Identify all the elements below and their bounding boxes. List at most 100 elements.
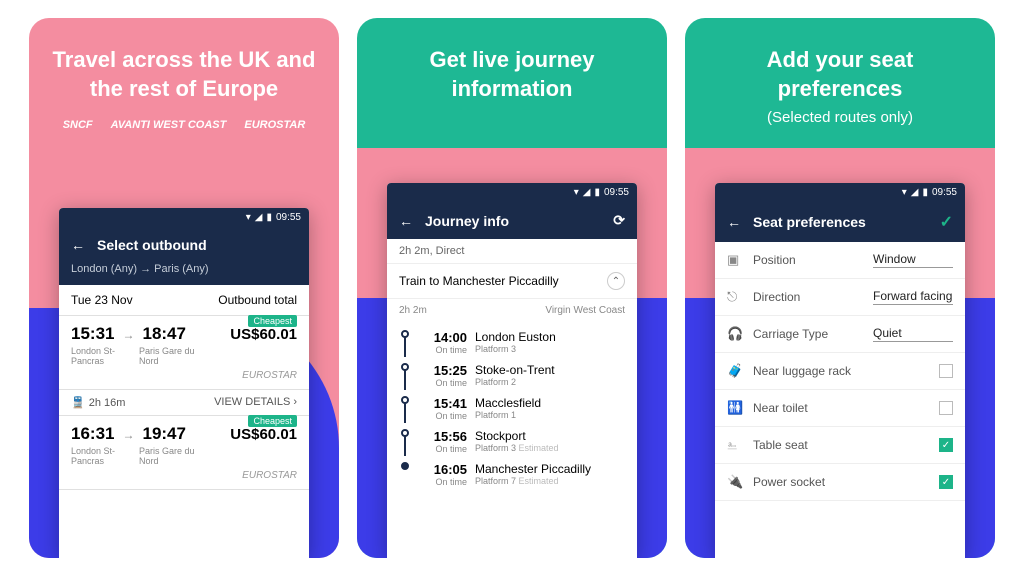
wifi-icon: ▾ bbox=[574, 187, 579, 198]
checkbox[interactable] bbox=[939, 364, 953, 378]
topbar: ← Journey info ⟳ bbox=[387, 202, 637, 239]
stop-dot-icon bbox=[401, 330, 409, 338]
arr-time: 19:47 bbox=[142, 424, 185, 444]
wifi-icon: ▾ bbox=[246, 212, 251, 223]
segment-operator: Virgin West Coast bbox=[545, 305, 625, 316]
stop-platform: Platform 3 Estimated bbox=[475, 443, 559, 453]
pref-value[interactable]: Forward facing bbox=[873, 289, 953, 305]
topbar: ← Select outbound bbox=[59, 227, 309, 263]
view-details-link[interactable]: VIEW DETAILS › bbox=[214, 396, 297, 409]
segment-header[interactable]: Train to Manchester Piccadilly ⌃ bbox=[387, 264, 637, 299]
pref-label: Position bbox=[753, 253, 863, 267]
segment-duration: 2h 2m bbox=[399, 305, 427, 316]
phone-mock: ▾ ◢ ▮ 09:55 ← Seat preferences ✓ ▣ Posit… bbox=[715, 183, 965, 558]
detail-bar[interactable]: 🚆 2h 16m VIEW DETAILS › bbox=[59, 390, 309, 416]
pref-value[interactable]: Quiet bbox=[873, 326, 953, 342]
to-station: Paris Gare du Nord bbox=[139, 446, 199, 466]
checkbox[interactable]: ✓ bbox=[939, 438, 953, 452]
operator: EUROSTAR bbox=[71, 470, 297, 481]
checkbox[interactable]: ✓ bbox=[939, 475, 953, 489]
stops-list: 14:00 On time London Euston Platform 3 1… bbox=[387, 322, 637, 499]
stop-row: 15:41 On time Macclesfield Platform 1 bbox=[399, 392, 625, 425]
pref-check-row[interactable]: 🔌 Power socket ✓ bbox=[715, 464, 965, 501]
topbar-title: Journey info bbox=[425, 213, 509, 229]
arrow-icon: → bbox=[122, 328, 134, 342]
phone-mock: ▾ ◢ ▮ 09:55 ← Select outbound London (An… bbox=[59, 208, 309, 558]
topbar-title: Seat preferences bbox=[753, 214, 866, 230]
stop-platform: Platform 7 Estimated bbox=[475, 476, 591, 486]
arr-time: 18:47 bbox=[142, 324, 185, 344]
logo-eurostar: EUROSTAR bbox=[244, 119, 305, 131]
stop-name: Stoke-on-Trent bbox=[475, 363, 555, 377]
train-icon: 🚆 bbox=[71, 396, 85, 409]
pref-label: Power socket bbox=[753, 475, 929, 489]
checkbox[interactable] bbox=[939, 401, 953, 415]
chevron-up-icon[interactable]: ⌃ bbox=[607, 272, 625, 290]
statusbar: ▾ ◢ ▮ 09:55 bbox=[387, 183, 637, 202]
clock: 09:55 bbox=[276, 212, 301, 223]
refresh-icon[interactable]: ⟳ bbox=[613, 212, 625, 229]
dep-time: 15:31 bbox=[71, 324, 114, 344]
pref-check-row[interactable]: ⎁ Table seat ✓ bbox=[715, 427, 965, 464]
result-row[interactable]: Cheapest 15:31 → 18:47 US$60.01 London S… bbox=[59, 316, 309, 390]
pref-select-row[interactable]: 🎧 Carriage Type Quiet bbox=[715, 316, 965, 353]
stop-time: 15:25 bbox=[419, 363, 467, 378]
result-row[interactable]: Cheapest 16:31 → 19:47 US$60.01 London S… bbox=[59, 416, 309, 490]
arrow-icon: → bbox=[122, 428, 134, 442]
back-icon[interactable]: ← bbox=[71, 237, 85, 253]
wifi-icon: ▾ bbox=[902, 187, 907, 198]
partner-logos: SNCF AVANTI WEST COAST EUROSTAR bbox=[29, 113, 339, 145]
pref-check-row[interactable]: 🧳 Near luggage rack bbox=[715, 353, 965, 390]
stop-name: Manchester Piccadilly bbox=[475, 462, 591, 476]
confirm-icon[interactable]: ✓ bbox=[940, 212, 953, 232]
pref-check-row[interactable]: 🚻 Near toilet bbox=[715, 390, 965, 427]
pref-label: Table seat bbox=[753, 438, 929, 452]
dep-time: 16:31 bbox=[71, 424, 114, 444]
price: US$60.01 bbox=[230, 426, 297, 443]
clock: 09:55 bbox=[932, 187, 957, 198]
logo-sncf: SNCF bbox=[63, 119, 93, 131]
stop-row: 14:00 On time London Euston Platform 3 bbox=[399, 326, 625, 359]
back-icon[interactable]: ← bbox=[727, 214, 741, 230]
pref-icon: 🎧 bbox=[727, 326, 743, 342]
date-bar: Tue 23 Nov Outbound total bbox=[59, 285, 309, 316]
stop-dot-icon bbox=[401, 462, 409, 470]
logo-avanti: AVANTI WEST COAST bbox=[111, 119, 227, 131]
stop-platform: Platform 2 bbox=[475, 377, 555, 387]
battery-icon: ▮ bbox=[266, 212, 272, 223]
stop-row: 15:25 On time Stoke-on-Trent Platform 2 bbox=[399, 359, 625, 392]
price: US$60.01 bbox=[230, 326, 297, 343]
signal-icon: ◢ bbox=[255, 212, 263, 223]
stop-name: London Euston bbox=[475, 330, 556, 344]
promo-slide-outbound: Travel across the UK and the rest of Eur… bbox=[29, 18, 339, 558]
stop-time: 16:05 bbox=[419, 462, 467, 477]
cheapest-badge: Cheapest bbox=[248, 415, 297, 427]
to-station: Paris Gare du Nord bbox=[139, 346, 199, 366]
pref-select-row[interactable]: ⎋ Direction Forward facing bbox=[715, 279, 965, 316]
stop-dot-icon bbox=[401, 363, 409, 371]
pref-label: Near luggage rack bbox=[753, 364, 929, 378]
statusbar: ▾ ◢ ▮ 09:55 bbox=[59, 208, 309, 227]
pref-value[interactable]: Window bbox=[873, 252, 953, 268]
signal-icon: ◢ bbox=[911, 187, 919, 198]
pref-icon: 🚻 bbox=[727, 400, 743, 416]
back-icon[interactable]: ← bbox=[399, 213, 413, 229]
clock: 09:55 bbox=[604, 187, 629, 198]
headline: Travel across the UK and the rest of Eur… bbox=[29, 18, 339, 113]
pref-icon: ⎋ bbox=[727, 289, 743, 305]
operator: EUROSTAR bbox=[71, 370, 297, 381]
stop-dot-icon bbox=[401, 429, 409, 437]
stop-status: On time bbox=[419, 411, 467, 421]
from-station: London St-Pancras bbox=[71, 346, 131, 366]
phone-mock: ▾ ◢ ▮ 09:55 ← Journey info ⟳ 2h 2m, Dire… bbox=[387, 183, 637, 558]
pref-icon: 🧳 bbox=[727, 363, 743, 379]
pref-icon: ⎁ bbox=[727, 437, 743, 453]
headline: Add your seat preferences bbox=[685, 18, 995, 113]
route-summary: London (Any) → Paris (Any) bbox=[59, 263, 309, 285]
duration: 2h 16m bbox=[89, 397, 126, 409]
stop-row: 16:05 On time Manchester Piccadilly Plat… bbox=[399, 458, 625, 491]
stop-row: 15:56 On time Stockport Platform 3 Estim… bbox=[399, 425, 625, 458]
stop-time: 15:56 bbox=[419, 429, 467, 444]
pref-select-row[interactable]: ▣ Position Window bbox=[715, 242, 965, 279]
signal-icon: ◢ bbox=[583, 187, 591, 198]
